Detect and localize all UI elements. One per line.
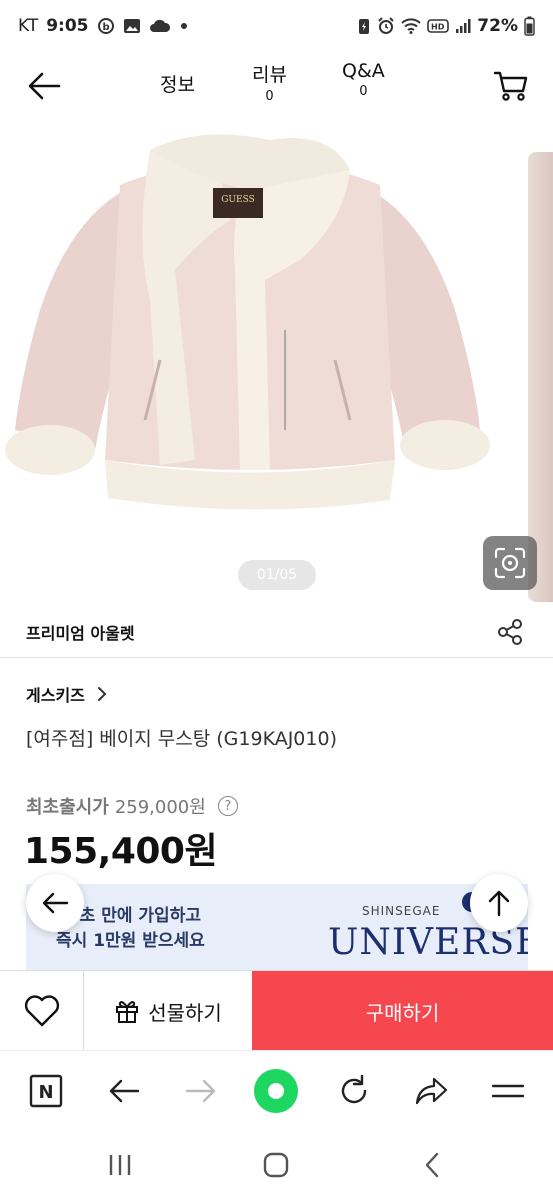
tab-qa[interactable]: Q&A 0 xyxy=(342,60,385,99)
tab-info[interactable]: 정보 xyxy=(160,70,195,97)
battery-icon xyxy=(524,16,535,36)
signal-icon xyxy=(455,18,471,34)
b-app-icon: b xyxy=(97,17,115,35)
original-price-value: 259,000원 xyxy=(114,797,206,818)
sale-price: 155,400원 xyxy=(24,831,218,872)
promo-banner[interactable]: 10초 만에 가입하고 즉시 1만원 받으세요 SHINSEGAE UNIVER… xyxy=(26,884,528,972)
tab-review-label: 리뷰 xyxy=(252,64,287,86)
gift-label: 선물하기 xyxy=(148,1000,222,1025)
svg-text:HD: HD xyxy=(431,23,445,32)
share-button[interactable] xyxy=(493,615,527,649)
product-image-gallery[interactable]: GUESS xyxy=(0,122,553,605)
naver-n-icon: N xyxy=(29,1074,63,1108)
help-icon[interactable]: ? xyxy=(217,796,238,816)
status-bar: KT 9:05 b HD 72% xyxy=(0,0,553,52)
product-jacket-image: GUESS xyxy=(5,134,490,510)
browser-toolbar: N xyxy=(0,1050,553,1130)
gift-button[interactable]: 선물하기 xyxy=(84,971,252,1051)
arrow-left-icon xyxy=(42,892,69,914)
gift-icon xyxy=(116,1001,139,1023)
gallery-page-indicator: 01/05 xyxy=(238,560,316,590)
naver-n-label: N xyxy=(38,1082,53,1103)
lens-icon xyxy=(494,547,526,579)
home-button[interactable] xyxy=(254,1148,298,1182)
cart-icon xyxy=(493,71,528,101)
tab-review-count: 0 xyxy=(265,89,274,104)
recent-apps-icon xyxy=(109,1155,131,1175)
original-price-label: 최초출시가 xyxy=(26,797,109,818)
share-arrow-icon xyxy=(415,1077,448,1105)
original-price-row: 최초출시가 259,000원 ? xyxy=(26,793,238,819)
scroll-top-button[interactable] xyxy=(470,874,528,932)
alarm-icon xyxy=(377,17,395,35)
like-button[interactable] xyxy=(0,971,84,1051)
back-button[interactable] xyxy=(22,64,66,108)
store-name: 프리미엄 아울렛 xyxy=(26,623,135,643)
store-row: 프리미엄 아울렛 xyxy=(0,606,553,658)
clock: 9:05 xyxy=(46,16,89,36)
browser-back-button[interactable] xyxy=(100,1067,148,1115)
battery-percent: 72% xyxy=(477,16,518,36)
green-dot-button[interactable] xyxy=(252,1067,300,1115)
arrow-up-icon xyxy=(488,890,510,917)
tab-qa-count: 0 xyxy=(359,84,368,99)
recent-apps-button[interactable] xyxy=(98,1148,142,1182)
home-icon xyxy=(263,1152,289,1178)
tab-info-label: 정보 xyxy=(160,74,195,96)
gallery-logo-text: GUESS xyxy=(221,195,255,205)
carrier-label: KT xyxy=(18,16,39,36)
heart-icon xyxy=(24,995,59,1027)
menu-icon xyxy=(491,1084,525,1098)
chevron-left-icon xyxy=(425,1152,439,1178)
system-back-button[interactable] xyxy=(410,1148,454,1182)
gallery-icon xyxy=(123,17,141,35)
product-title: [여주점] 베이지 무스탕 (G19KAJ010) xyxy=(26,728,337,750)
arrow-right-icon xyxy=(185,1079,216,1103)
chevron-right-icon xyxy=(97,687,107,701)
next-image-peek[interactable] xyxy=(528,152,553,602)
floating-back-button[interactable] xyxy=(26,874,84,932)
arrow-left-icon xyxy=(28,72,61,100)
cloud-icon xyxy=(149,18,171,34)
purchase-bar: 선물하기 구매하기 xyxy=(0,970,553,1051)
refresh-button[interactable] xyxy=(330,1067,378,1115)
browser-forward-button[interactable] xyxy=(177,1067,225,1115)
buy-button[interactable]: 구매하기 xyxy=(252,971,553,1051)
share-icon xyxy=(498,618,522,645)
notification-dot-icon xyxy=(179,21,189,31)
arrow-left-icon xyxy=(109,1079,140,1103)
brand-name: 게스키즈 xyxy=(26,686,85,705)
browser-share-button[interactable] xyxy=(407,1067,455,1115)
refresh-icon xyxy=(341,1074,367,1104)
banner-brand-sub: SHINSEGAE xyxy=(362,904,441,918)
app-header: 정보 리뷰 0 Q&A 0 xyxy=(0,52,553,122)
image-search-button[interactable] xyxy=(483,536,537,590)
tab-review[interactable]: 리뷰 0 xyxy=(252,60,287,104)
brand-link[interactable]: 게스키즈 xyxy=(26,682,107,706)
svg-text:b: b xyxy=(102,22,109,33)
hd-icon: HD xyxy=(427,18,450,34)
green-dot-icon xyxy=(254,1069,298,1113)
cart-button[interactable] xyxy=(489,64,533,108)
browser-menu-button[interactable] xyxy=(484,1067,532,1115)
wifi-icon xyxy=(401,18,421,34)
battery-saver-icon xyxy=(357,17,371,35)
naver-home-button[interactable]: N xyxy=(22,1067,70,1115)
tab-qa-label: Q&A xyxy=(342,60,385,82)
system-navigation-bar xyxy=(0,1130,553,1200)
banner-line-2: 즉시 1만원 받으세요 xyxy=(56,931,205,951)
